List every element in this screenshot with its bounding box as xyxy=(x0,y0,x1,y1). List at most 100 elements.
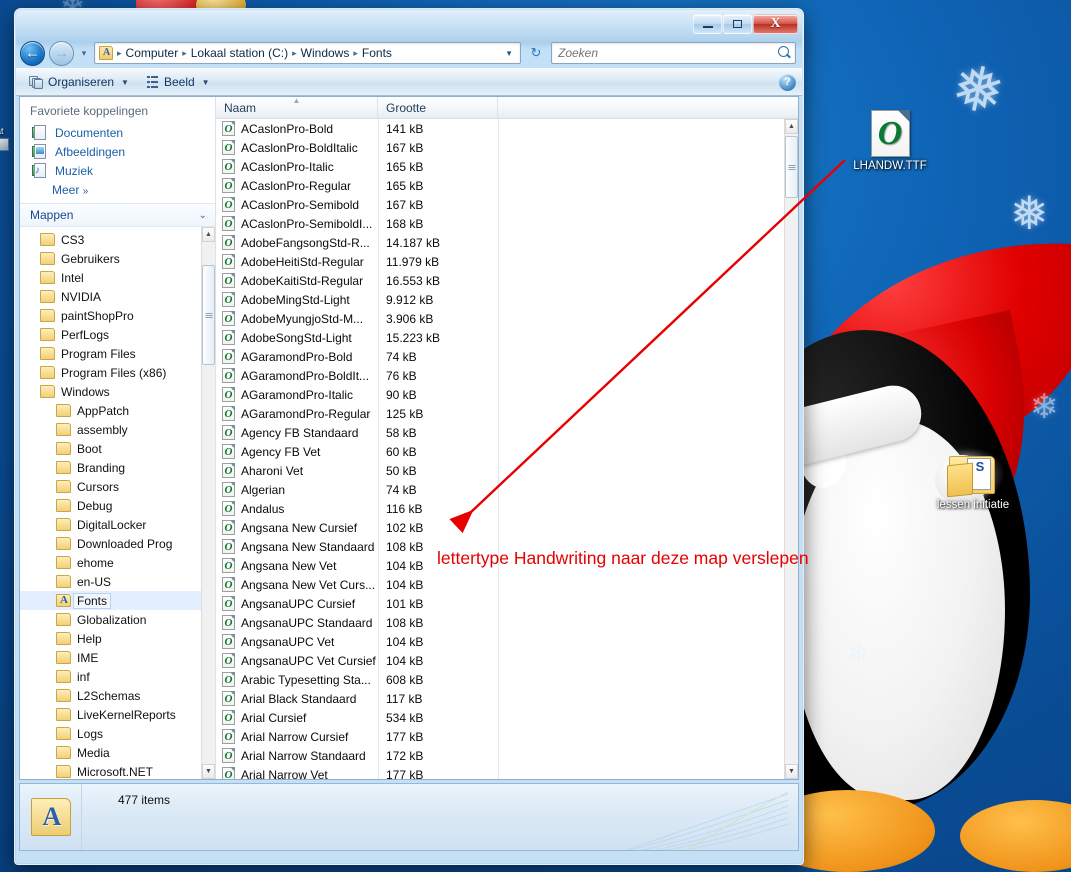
tree-item[interactable]: Boot xyxy=(20,439,201,458)
desktop-icon-lhandw-ttf[interactable]: O LHANDW.TTF xyxy=(838,110,942,173)
scroll-down-button[interactable]: ▼ xyxy=(785,764,798,779)
address-bar[interactable]: ← → ▾ A ▸ Computer ▸ Lokaal station (C:)… xyxy=(16,38,802,68)
tree-item[interactable]: DigitalLocker xyxy=(20,515,201,534)
breadcrumb-item-fonts[interactable]: Fonts xyxy=(359,45,395,61)
file-row[interactable]: O Algerian 74 kB xyxy=(216,480,784,499)
file-row[interactable]: O Arabic Typesetting Sta... 608 kB xyxy=(216,670,784,689)
file-row[interactable]: O AGaramondPro-Bold 74 kB xyxy=(216,347,784,366)
file-rows-container[interactable]: O ACaslonPro-Bold 141 kB O ACaslonPro-BoldIt… xyxy=(216,119,798,779)
file-row[interactable]: O AngsanaUPC Standaard 108 kB xyxy=(216,613,784,632)
file-row[interactable]: O AdobeFangsongStd-R... 14.187 kB xyxy=(216,233,784,252)
file-row[interactable]: O AGaramondPro-Regular 125 kB xyxy=(216,404,784,423)
tree-item[interactable]: A Fonts xyxy=(20,591,201,610)
file-row[interactable]: O Agency FB Vet 60 kB xyxy=(216,442,784,461)
column-header-naam[interactable]: ▲ Naam xyxy=(216,96,378,118)
file-row[interactable]: O ACaslonPro-Semibold 167 kB xyxy=(216,195,784,214)
breadcrumb[interactable]: A ▸ Computer ▸ Lokaal station (C:) ▸ Win… xyxy=(94,42,521,64)
minimize-button[interactable] xyxy=(693,14,722,34)
file-row[interactable]: O Arial Narrow Standaard 172 kB xyxy=(216,746,784,765)
breadcrumb-item-windows[interactable]: Windows xyxy=(298,45,353,61)
file-row[interactable]: O AGaramondPro-BoldIt... 76 kB xyxy=(216,366,784,385)
search-input[interactable] xyxy=(556,45,777,61)
organize-button[interactable]: Organiseren ▼ xyxy=(22,73,136,91)
file-row[interactable]: O ACaslonPro-BoldItalic 167 kB xyxy=(216,138,784,157)
tree-item[interactable]: NVIDIA xyxy=(20,287,201,306)
file-row[interactable]: O AngsanaUPC Cursief 101 kB xyxy=(216,594,784,613)
file-list-scrollbar[interactable]: ▲ ▼ xyxy=(784,119,798,779)
file-list-pane[interactable]: ▲ Naam Grootte O ACaslonPro-Bold 141 kB O AC… xyxy=(216,96,798,779)
title-bar[interactable]: X xyxy=(16,10,802,38)
file-row[interactable]: O Angsana New Vet Curs... 104 kB xyxy=(216,575,784,594)
tree-item[interactable]: AppPatch xyxy=(20,401,201,420)
desktop-icon-lessen-initiatie[interactable]: S lessen initiatie xyxy=(921,448,1025,512)
back-button[interactable]: ← xyxy=(20,40,45,66)
tree-item[interactable]: Debug xyxy=(20,496,201,515)
breadcrumb-item-computer[interactable]: Computer xyxy=(123,45,182,61)
tree-item[interactable]: Globalization xyxy=(20,610,201,629)
tree-item[interactable]: Branding xyxy=(20,458,201,477)
file-row[interactable]: O ACaslonPro-Italic 165 kB xyxy=(216,157,784,176)
tree-item[interactable]: LiveKernelReports xyxy=(20,705,201,724)
tree-item[interactable]: L2Schemas xyxy=(20,686,201,705)
breadcrumb-item-drive-c[interactable]: Lokaal station (C:) xyxy=(188,45,291,61)
tree-item[interactable]: Help xyxy=(20,629,201,648)
file-row[interactable]: O ACaslonPro-Regular 165 kB xyxy=(216,176,784,195)
file-row[interactable]: O AdobeHeitiStd-Regular 11.979 kB xyxy=(216,252,784,271)
tree-item[interactable]: IME xyxy=(20,648,201,667)
folder-tree[interactable]: CS3 Gebruikers Intel NVIDIA paintShopPro Perf… xyxy=(20,227,215,779)
tree-item[interactable]: Intel xyxy=(20,268,201,287)
explorer-window[interactable]: X ← → ▾ A ▸ Computer ▸ Lokaal station (C… xyxy=(14,8,804,865)
file-row[interactable]: O Angsana New Cursief 102 kB xyxy=(216,518,784,537)
favorite-item-documenten[interactable]: Documenten xyxy=(20,123,215,142)
file-row[interactable]: O AngsanaUPC Vet Cursief 104 kB xyxy=(216,651,784,670)
scroll-thumb[interactable] xyxy=(202,265,215,365)
tree-item[interactable]: Program Files (x86) xyxy=(20,363,201,382)
folder-tree-scrollbar[interactable]: ▲ ▼ xyxy=(201,227,215,779)
tree-item[interactable]: paintShopPro xyxy=(20,306,201,325)
file-row[interactable]: O AdobeMyungjoStd-M... 3.906 kB xyxy=(216,309,784,328)
column-header-empty[interactable] xyxy=(498,97,798,118)
file-row[interactable]: O Arial Black Standaard 117 kB xyxy=(216,689,784,708)
file-row[interactable]: O Aharoni Vet 50 kB xyxy=(216,461,784,480)
tree-item[interactable]: ehome xyxy=(20,553,201,572)
favorite-item-afbeeldingen[interactable]: Afbeeldingen xyxy=(20,142,215,161)
view-button[interactable]: Beeld ▼ xyxy=(140,73,217,91)
recent-pages-button[interactable]: ▾ xyxy=(78,48,90,59)
file-row[interactable]: O ACaslonPro-SemiboldI... 168 kB xyxy=(216,214,784,233)
forward-button[interactable]: → xyxy=(49,40,74,66)
file-row[interactable]: O Arial Narrow Cursief 177 kB xyxy=(216,727,784,746)
tree-item[interactable]: en-US xyxy=(20,572,201,591)
folders-header[interactable]: Mappen ⌄ xyxy=(20,203,215,227)
tree-item[interactable]: Downloaded Prog xyxy=(20,534,201,553)
file-row[interactable]: O Agency FB Standaard 58 kB xyxy=(216,423,784,442)
file-row[interactable]: O ACaslonPro-Bold 141 kB xyxy=(216,119,784,138)
tree-item[interactable]: Gebruikers xyxy=(20,249,201,268)
file-row[interactable]: O AGaramondPro-Italic 90 kB xyxy=(216,385,784,404)
scroll-up-button[interactable]: ▲ xyxy=(202,227,215,242)
file-row[interactable]: O AngsanaUPC Vet 104 kB xyxy=(216,632,784,651)
scroll-down-button[interactable]: ▼ xyxy=(202,764,215,779)
tree-item[interactable]: Logs xyxy=(20,724,201,743)
file-row[interactable]: O AdobeMingStd-Light 9.912 kB xyxy=(216,290,784,309)
favorite-item-muziek[interactable]: ♪ Muziek xyxy=(20,161,215,180)
help-button[interactable]: ? xyxy=(779,73,796,91)
file-row[interactable]: O AdobeKaitiStd-Regular 16.553 kB xyxy=(216,271,784,290)
tree-item[interactable]: Cursors xyxy=(20,477,201,496)
tree-item[interactable]: assembly xyxy=(20,420,201,439)
refresh-button[interactable]: ↻ xyxy=(525,42,547,64)
file-row[interactable]: O Arial Narrow Vet 177 kB xyxy=(216,765,784,779)
tree-item[interactable]: PerfLogs xyxy=(20,325,201,344)
file-row[interactable]: O AdobeSongStd-Light 15.223 kB xyxy=(216,328,784,347)
tree-item[interactable]: inf xyxy=(20,667,201,686)
scroll-thumb[interactable] xyxy=(785,136,798,198)
close-button[interactable]: X xyxy=(753,14,798,34)
file-row[interactable]: O Arial Cursief 534 kB xyxy=(216,708,784,727)
tree-item[interactable]: CS3 xyxy=(20,230,201,249)
maximize-button[interactable] xyxy=(723,14,752,34)
column-header-grootte[interactable]: Grootte xyxy=(378,97,498,118)
command-bar[interactable]: Organiseren ▼ Beeld ▼ ? xyxy=(16,68,802,96)
chevron-down-icon[interactable]: ▼ xyxy=(500,49,518,58)
file-row[interactable]: O Andalus 116 kB xyxy=(216,499,784,518)
search-box[interactable] xyxy=(551,42,796,64)
favorites-more-button[interactable]: Meer » xyxy=(20,180,215,203)
